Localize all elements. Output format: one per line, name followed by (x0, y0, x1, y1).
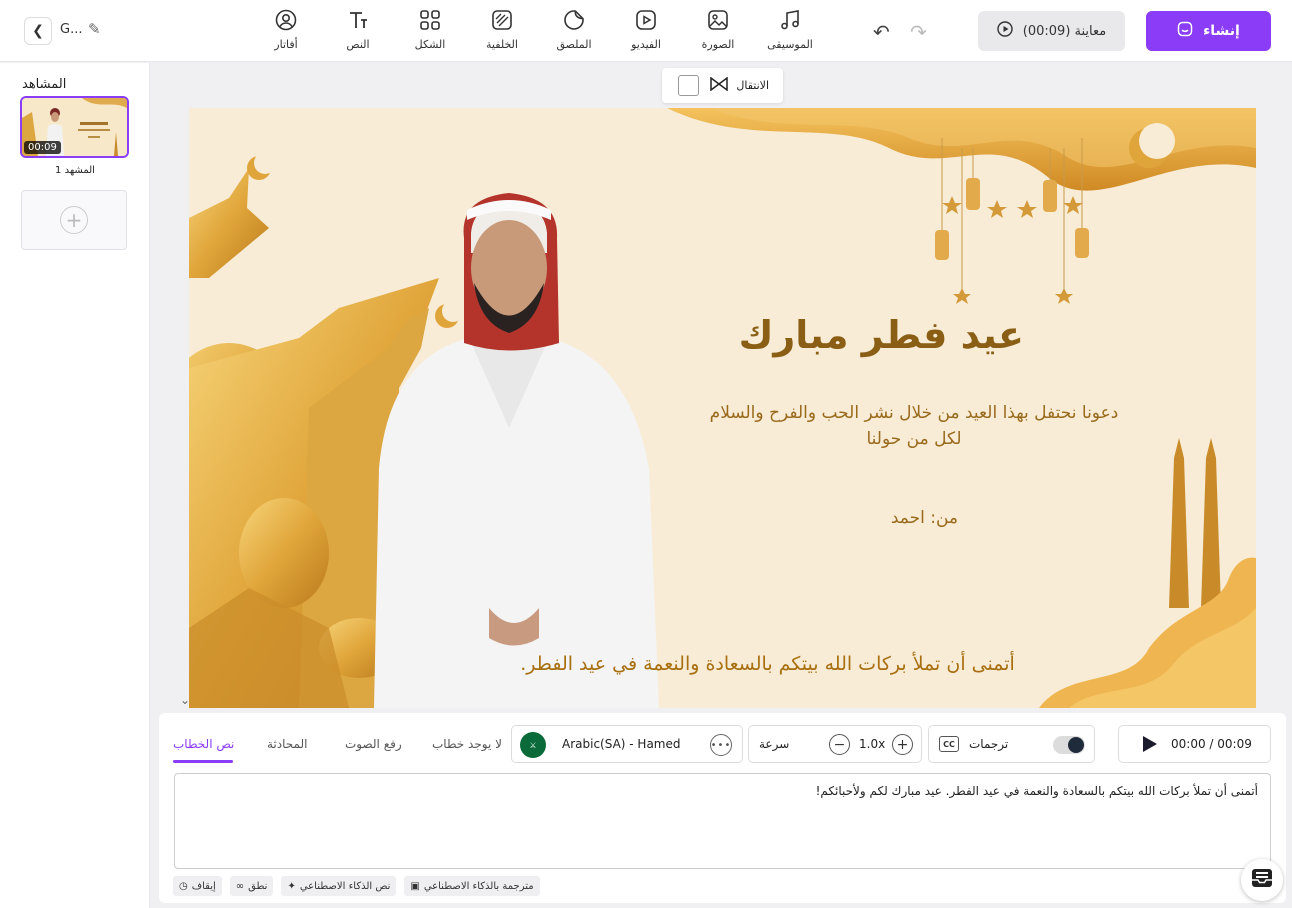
transition-control[interactable]: الانتقال (662, 68, 783, 103)
undo-icon[interactable]: ↶ (873, 20, 890, 44)
pencil-icon[interactable]: ✎ (88, 20, 101, 38)
ai-script-chip[interactable]: ✦ نص الذكاء الاصطناعي (281, 876, 397, 896)
chip-label: إيقاف (191, 880, 216, 892)
tool-label: الشكل (414, 38, 446, 51)
smile-icon (1177, 21, 1193, 41)
pause-chip[interactable]: ◷ إيقاف (173, 876, 222, 896)
tool-label: الموسيقى (767, 38, 813, 51)
audio-player: 00:00 / 00:09 (1118, 725, 1271, 763)
tool-image[interactable]: الصورة (682, 8, 754, 51)
script-tools: ◷ إيقاف ∞ نطق ✦ نص الذكاء الاصطناعي ▣ مت… (173, 876, 540, 896)
create-button[interactable]: إنشاء (1146, 11, 1271, 51)
create-label: إنشاء (1203, 23, 1240, 39)
tool-label: النص (346, 38, 370, 51)
tool-label: الملصق (556, 38, 592, 51)
toggle-knob (1068, 737, 1084, 753)
insert-toolbar: أفاتار النص الشكل الخلفية الملصق الفيديو… (250, 8, 826, 51)
captions-toggle[interactable] (1053, 736, 1085, 754)
add-scene-button[interactable]: + (21, 190, 127, 250)
scene-thumbnail[interactable]: 00:09 (20, 96, 129, 158)
project-name[interactable]: G... (60, 22, 82, 37)
tool-sticker[interactable]: الملصق (538, 8, 610, 51)
editor-app: ❮ G... ✎ أفاتار النص الشكل الخلفية الملص… (0, 0, 1292, 908)
greeting-message[interactable]: دعونا نحتفل بهذا العيد من خلال نشر الحب … (704, 400, 1124, 452)
speed-label: سرعة (759, 737, 790, 751)
transition-label: الانتقال (736, 79, 769, 92)
text-icon (346, 8, 370, 32)
tool-label: الفيديو (631, 38, 661, 51)
preview-label: معاينة (00:09) (1022, 23, 1107, 39)
script-panel: نص الخطاب المحادثة رفع الصوت لا يوجد خطا… (159, 713, 1286, 903)
background-icon (490, 8, 514, 32)
tool-shape[interactable]: الشكل (394, 8, 466, 51)
tab-upload-audio[interactable]: رفع الصوت (345, 737, 402, 751)
caption-text[interactable]: أتمنى أن تملأ بركات الله بيتكم بالسعادة … (189, 653, 1256, 675)
scene-name: المشهد 1 (55, 165, 95, 176)
plus-icon: + (60, 206, 88, 234)
top-bar: ❮ G... ✎ أفاتار النص الشكل الخلفية الملص… (0, 0, 1292, 62)
back-button[interactable]: ❮ (24, 17, 52, 45)
scene-duration: 00:09 (24, 141, 61, 154)
scenes-panel: المشاهد 00:09 المشهد 1 + (0, 63, 150, 908)
captions-control: CC ترجمات (928, 725, 1095, 763)
inbox-icon (1251, 868, 1273, 892)
music-icon (778, 8, 802, 32)
image-icon (706, 8, 730, 32)
play-circle-icon (997, 21, 1013, 41)
preview-button[interactable]: معاينة (00:09) (978, 11, 1125, 51)
glasses-icon: ∞ (235, 880, 245, 892)
translate-icon: ▣ (410, 880, 420, 892)
tool-video[interactable]: الفيديو (610, 8, 682, 51)
chevron-left-icon: ❮ (32, 23, 44, 39)
playback-time: 00:00 / 00:09 (1171, 737, 1252, 751)
tool-text[interactable]: النص (322, 8, 394, 51)
script-textarea[interactable]: أتمنى أن تملأ بركات الله بيتكم بالسعادة … (174, 773, 1271, 869)
tab-no-speech[interactable]: لا يوجد خطاب (432, 737, 502, 751)
ai-translate-chip[interactable]: ▣ مترجمة بالذكاء الاصطناعي (404, 876, 540, 896)
cc-icon: CC (939, 736, 959, 752)
tool-label: الصورة (701, 38, 735, 51)
speed-control: سرعة − 1.0x + (748, 725, 922, 763)
scenes-title: المشاهد (22, 77, 67, 92)
transition-preview-box[interactable] (678, 75, 699, 96)
speed-value: 1.0x (859, 737, 886, 751)
video-canvas[interactable]: عيد فطر مبارك دعونا نحتفل بهذا العيد من … (189, 108, 1256, 708)
tool-label: الخلفية (486, 38, 518, 51)
tool-music[interactable]: الموسيقى (754, 8, 826, 51)
play-icon[interactable] (1143, 736, 1157, 752)
pronunciation-chip[interactable]: ∞ نطق (229, 876, 274, 896)
speed-increase-button[interactable]: + (892, 734, 913, 755)
avatar-icon (274, 8, 298, 32)
active-tab-indicator (173, 760, 233, 763)
clock-icon: ◷ (179, 880, 188, 892)
greeting-title[interactable]: عيد فطر مبارك (739, 313, 1024, 357)
shape-icon (418, 8, 442, 32)
greeting-from[interactable]: من: احمد (891, 508, 958, 528)
captions-label: ترجمات (969, 737, 1009, 751)
voice-label: Arabic(SA) - Hamed (562, 737, 681, 751)
magic-wand-icon: ✦ (287, 880, 296, 892)
tool-background[interactable]: الخلفية (466, 8, 538, 51)
chip-label: نص الذكاء الاصطناعي (299, 880, 391, 892)
chip-label: مترجمة بالذكاء الاصطناعي (423, 880, 534, 892)
tab-speech-text[interactable]: نص الخطاب (173, 737, 234, 751)
tab-conversation[interactable]: المحادثة (267, 737, 307, 751)
speed-decrease-button[interactable]: − (829, 734, 850, 755)
more-options-icon[interactable]: ••• (710, 734, 732, 756)
tool-label: أفاتار (274, 38, 298, 51)
bowtie-icon (710, 76, 729, 94)
chevron-down-icon[interactable]: ⌄ (180, 693, 196, 709)
tool-avatar[interactable]: أفاتار (250, 8, 322, 51)
voice-selector[interactable]: ⚔ Arabic(SA) - Hamed ••• (511, 725, 743, 763)
saudi-flag-icon: ⚔ (520, 732, 546, 758)
chip-label: نطق (248, 880, 268, 892)
inbox-button[interactable] (1241, 859, 1283, 901)
redo-icon[interactable]: ↷ (910, 20, 927, 44)
video-icon (634, 8, 658, 32)
sticker-icon (562, 8, 586, 32)
